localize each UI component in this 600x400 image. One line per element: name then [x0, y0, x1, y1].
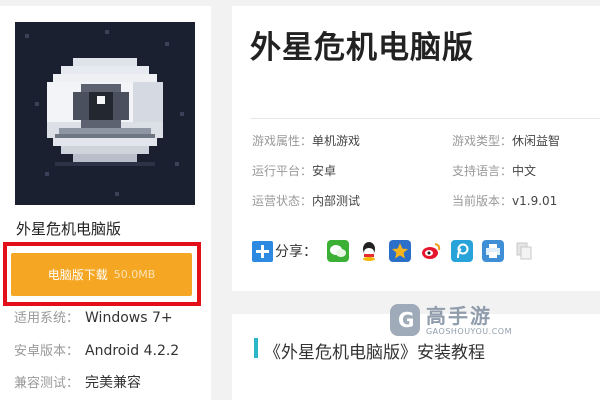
share-more-icon[interactable] — [252, 240, 273, 262]
page-title: 外星危机电脑版 — [250, 30, 474, 66]
detail-value: 安卓 — [312, 164, 337, 178]
tencent-weibo-icon[interactable] — [451, 240, 473, 262]
brand-name: 高手游 — [425, 303, 492, 328]
alien-eye-icon — [15, 22, 195, 205]
detail-label: 运行平台： — [252, 164, 313, 178]
pc-download-button[interactable]: 电脑版下载 50.0MB — [11, 253, 192, 296]
detail-label: 运营状态： — [252, 194, 313, 208]
system-info-value: Windows 7+ — [85, 310, 173, 326]
download-label: 电脑版下载 — [47, 268, 108, 282]
brand-logo-icon — [390, 304, 420, 336]
system-info-label: 适用系统： — [14, 311, 80, 326]
detail-item: 游戏属性：单机游戏 — [252, 132, 360, 149]
download-size: 50.0MB — [113, 268, 156, 281]
detail-item: 支持语言：中文 — [452, 162, 536, 179]
qq-icon[interactable] — [358, 240, 380, 262]
detail-item: 运营状态：内部测试 — [252, 192, 360, 209]
detail-label: 当前版本： — [452, 194, 513, 208]
brand-domain: GAOSHOUYOU.COM — [425, 326, 512, 336]
detail-label: 游戏类型： — [452, 134, 513, 148]
share-bar: 分享： — [252, 238, 544, 264]
print-icon[interactable] — [482, 240, 504, 262]
qzone-star-icon[interactable] — [389, 240, 411, 262]
detail-value: 内部测试 — [312, 194, 361, 208]
copy-icon[interactable] — [513, 240, 535, 262]
detail-label: 游戏属性： — [252, 134, 313, 148]
game-detail-card: 外星危机电脑版 游戏属性：单机游戏 游戏类型：休闲益智 运行平台：安卓 支持语言… — [232, 6, 600, 291]
divider — [250, 118, 600, 119]
game-icon-image[interactable] — [15, 22, 195, 205]
detail-label: 支持语言： — [452, 164, 513, 178]
system-info-label: 兼容测试： — [14, 376, 80, 391]
game-name-label: 外星危机电脑版 — [16, 220, 122, 238]
brand-watermark: 高手游 GAOSHOUYOU.COM — [390, 300, 512, 340]
share-label: 分享： — [275, 244, 317, 260]
wechat-icon[interactable] — [327, 240, 349, 262]
detail-value: v1.9.01 — [512, 194, 558, 208]
section-accent-bar — [254, 338, 258, 358]
system-info-value: 完美兼容 — [85, 375, 142, 391]
detail-value: 单机游戏 — [312, 134, 361, 148]
system-info-row: 适用系统： Windows 7+ — [14, 307, 173, 326]
weibo-icon[interactable] — [420, 240, 442, 262]
system-info-label: 安卓版本： — [14, 344, 80, 359]
detail-item: 游戏类型：休闲益智 — [452, 132, 560, 149]
detail-item: 运行平台：安卓 — [252, 162, 336, 179]
detail-value: 中文 — [512, 164, 537, 178]
section-title[interactable]: 《外星危机电脑版》安装教程 — [264, 338, 485, 363]
detail-value: 休闲益智 — [512, 134, 561, 148]
system-info-row: 兼容测试： 完美兼容 — [14, 372, 141, 392]
system-info-value: Android 4.2.2 — [85, 343, 180, 359]
game-info-card: 外星危机电脑版 电脑版下载 50.0MB 适用系统： Windows 7+ 安卓版… — [0, 6, 211, 400]
system-info-row: 安卓版本： Android 4.2.2 — [14, 340, 179, 359]
detail-item: 当前版本：v1.9.01 — [452, 192, 557, 209]
